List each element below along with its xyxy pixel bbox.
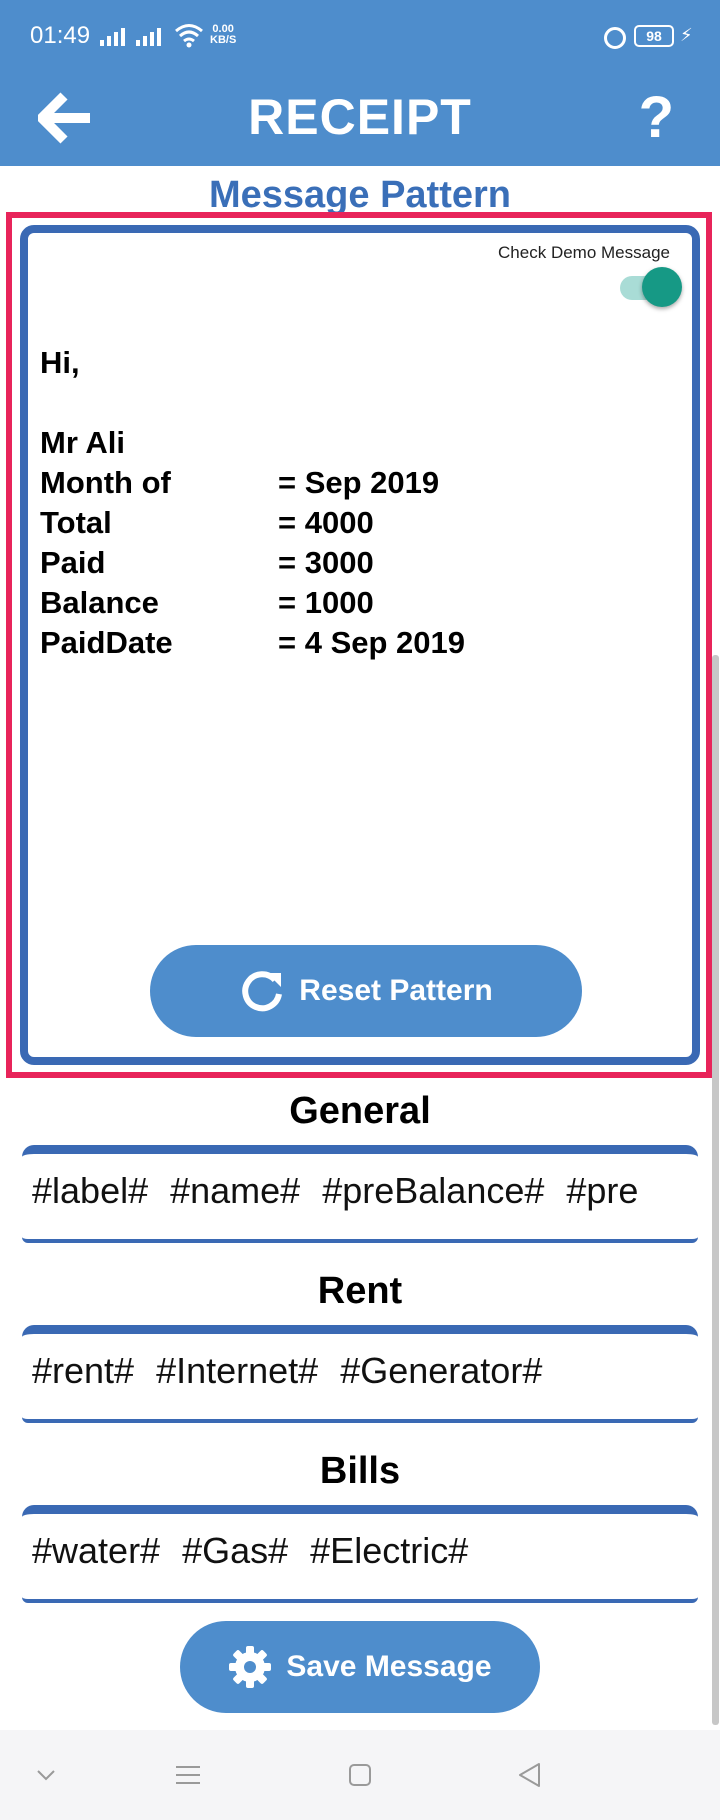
tag-rent[interactable]: #rent# — [32, 1350, 134, 1392]
message-editor[interactable]: Hi, Mr Ali Month of = Sep 2019 Total = 400… — [40, 343, 465, 663]
row-label: Month of — [40, 465, 171, 500]
general-tags[interactable]: #label# #name# #preBalance# #pre — [22, 1145, 698, 1243]
dnd-icon — [604, 27, 626, 49]
help-button[interactable]: ? — [639, 84, 674, 151]
net-speed-unit: KB/S — [210, 34, 237, 46]
message-row: Paid = 3000 — [40, 543, 465, 583]
tag-prebalance[interactable]: #preBalance# — [322, 1170, 544, 1212]
rent-tags[interactable]: #rent# #Internet# #Generator# — [22, 1325, 698, 1423]
chevron-down-icon[interactable] — [16, 1730, 76, 1820]
toggle-knob — [642, 267, 682, 307]
back-triangle-icon[interactable] — [500, 1730, 560, 1820]
home-square-icon[interactable] — [330, 1730, 390, 1820]
save-message-label: Save Message — [286, 1650, 492, 1683]
tag-pre-partial[interactable]: #pre — [566, 1170, 638, 1212]
refresh-icon — [242, 971, 283, 1012]
message-row: Total = 4000 — [40, 503, 465, 543]
rent-title: Rent — [317, 1270, 403, 1312]
tag-electric[interactable]: #Electric# — [310, 1530, 468, 1572]
signal-icon — [136, 28, 161, 46]
tag-internet[interactable]: #Internet# — [156, 1350, 318, 1392]
row-label: PaidDate — [40, 625, 173, 660]
bills-tags[interactable]: #water# #Gas# #Electric# — [22, 1505, 698, 1603]
save-message-button[interactable]: Save Message — [180, 1621, 540, 1713]
top-bar: 01:49 0.00 KB/S 98 ⚡ RECEIPT ? — [0, 0, 720, 166]
gear-icon — [229, 1646, 272, 1688]
status-time: 01:49 — [30, 22, 91, 49]
row-label: Paid — [40, 545, 106, 580]
greeting-line: Hi, — [40, 345, 80, 380]
reset-pattern-label: Reset Pattern — [299, 974, 493, 1007]
signal-icon — [100, 28, 125, 46]
demo-toggle-label: Check Demo Message — [498, 243, 670, 262]
message-row: Balance = 1000 — [40, 583, 465, 623]
row-value: = 1000 — [278, 585, 374, 620]
menu-icon[interactable] — [158, 1730, 218, 1820]
tag-name[interactable]: #name# — [170, 1170, 300, 1212]
message-pattern-title: Message Pattern — [208, 174, 511, 216]
demo-message-toggle[interactable] — [614, 267, 682, 307]
scrollbar[interactable] — [712, 655, 719, 1725]
tag-label[interactable]: #label# — [32, 1170, 148, 1212]
message-row: PaidDate = 4 Sep 2019 — [40, 623, 465, 663]
system-nav-bar — [0, 1730, 720, 1820]
general-title: General — [289, 1090, 431, 1132]
row-label: Balance — [40, 585, 159, 620]
wifi-icon — [175, 24, 203, 48]
tag-generator[interactable]: #Generator# — [340, 1350, 542, 1392]
row-value: = Sep 2019 — [278, 465, 440, 500]
name-line: Mr Ali — [40, 425, 125, 460]
charging-icon: ⚡ — [680, 25, 693, 45]
bills-title: Bills — [319, 1450, 401, 1492]
status-bar: 01:49 0.00 KB/S 98 ⚡ — [0, 0, 720, 72]
message-pattern-card: Check Demo Message Hi, Mr Ali Month of = … — [20, 225, 700, 1065]
battery-indicator: 98 — [634, 25, 674, 47]
page-title: RECEIPT — [248, 89, 472, 145]
row-value: = 4 Sep 2019 — [278, 625, 465, 660]
app-bar: RECEIPT ? — [0, 72, 720, 166]
row-value: = 4000 — [278, 505, 374, 540]
reset-pattern-button[interactable]: Reset Pattern — [150, 945, 582, 1037]
tag-gas[interactable]: #Gas# — [182, 1530, 288, 1572]
net-speed: 0.00 KB/S — [210, 24, 236, 46]
row-label: Total — [40, 505, 112, 540]
row-value: = 3000 — [278, 545, 374, 580]
tag-water[interactable]: #water# — [32, 1530, 160, 1572]
message-row: Month of = Sep 2019 — [40, 463, 465, 503]
